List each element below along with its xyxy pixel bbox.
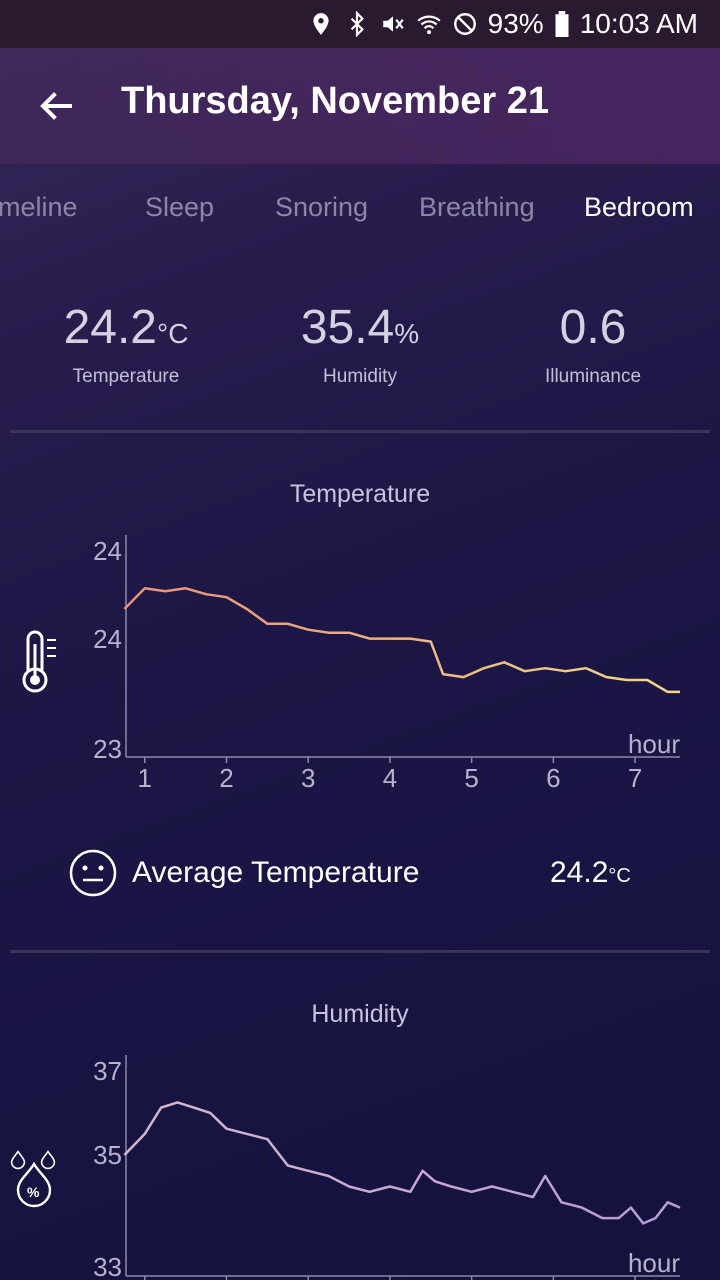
thermometer-icon bbox=[22, 630, 56, 693]
humidity-label: Humidity bbox=[323, 366, 397, 387]
svg-text:%: % bbox=[27, 1184, 40, 1200]
back-arrow-icon[interactable] bbox=[34, 84, 78, 128]
neutral-face-icon bbox=[69, 849, 117, 897]
illuminance-label: Illuminance bbox=[544, 366, 642, 387]
clock: 10:03 AM bbox=[579, 8, 698, 39]
average-temperature-unit: °C bbox=[608, 865, 631, 887]
tab-snoring[interactable]: Snoring bbox=[275, 192, 368, 223]
temperature-unit: °C bbox=[157, 318, 189, 349]
page-title: Thursday, November 21 bbox=[121, 80, 550, 122]
series-line bbox=[123, 1101, 681, 1225]
humidity-stat: 35.4% Humidity bbox=[250, 300, 470, 388]
bluetooth-icon bbox=[350, 11, 364, 37]
location-icon bbox=[313, 13, 329, 35]
y-tick-label: 33 bbox=[93, 1252, 122, 1280]
y-tick-label: 23 bbox=[93, 734, 122, 764]
humidity-chart-title: Humidity bbox=[311, 1000, 409, 1028]
x-tick-label: 1 bbox=[138, 763, 152, 793]
y-tick-label: 24 bbox=[93, 624, 122, 654]
tab-sleep[interactable]: Sleep bbox=[145, 192, 214, 223]
humidity-value: 35.4 bbox=[300, 301, 395, 354]
y-tick-label: 35 bbox=[93, 1140, 122, 1170]
x-tick-label: 7 bbox=[628, 763, 642, 793]
wifi-icon bbox=[417, 15, 441, 35]
humidity-drops-icon: % bbox=[10, 1150, 56, 1208]
temperature-stat: 24.2°C Temperature bbox=[16, 300, 236, 388]
series-line bbox=[123, 587, 680, 694]
tab-breathing[interactable]: Breathing bbox=[419, 192, 535, 223]
x-tick-label: 3 bbox=[301, 763, 315, 793]
summary-stats: 24.2°C Temperature 35.4% Humidity 0.6 Il… bbox=[0, 300, 720, 400]
status-bar: 93% 10:03 AM bbox=[0, 0, 720, 48]
battery-percent: 93% bbox=[487, 8, 544, 39]
tab-bar: meline Sleep Snoring Breathing Bedroom bbox=[0, 164, 720, 254]
x-axis-label: hour bbox=[628, 1248, 680, 1278]
x-axis-label: hour bbox=[628, 729, 680, 759]
x-tick-label: 4 bbox=[383, 763, 397, 793]
do-not-disturb-icon bbox=[453, 13, 476, 35]
average-temperature-value: 24.2 bbox=[550, 856, 609, 889]
y-tick-label: 24 bbox=[93, 536, 122, 566]
app-bar: Thursday, November 21 bbox=[0, 48, 720, 164]
battery-icon bbox=[555, 11, 569, 37]
temperature-chart: 2424231 2 3 4 5 6 7hour bbox=[22, 535, 680, 793]
tab-timeline[interactable]: meline bbox=[0, 192, 78, 223]
temperature-chart-title: Temperature bbox=[289, 480, 431, 508]
average-temperature-row: Average Temperature 24.2°C bbox=[0, 840, 720, 910]
humidity-unit: % bbox=[394, 318, 420, 349]
temperature-value: 24.2 bbox=[63, 301, 157, 354]
x-tick-label: 5 bbox=[464, 763, 478, 793]
illuminance-stat: 0.6 Illuminance bbox=[483, 300, 703, 388]
x-tick-label: 2 bbox=[219, 763, 233, 793]
y-tick-label: 37 bbox=[93, 1056, 122, 1086]
divider bbox=[10, 430, 710, 433]
average-temperature-value-group: 24.2°C bbox=[550, 856, 631, 890]
tab-bedroom[interactable]: Bedroom bbox=[584, 192, 694, 223]
average-temperature-label: Average Temperature bbox=[132, 856, 420, 889]
divider bbox=[10, 950, 710, 953]
x-tick-label: 6 bbox=[546, 763, 560, 793]
humidity-chart: % 3735331234567hour bbox=[10, 1055, 681, 1280]
illuminance-value: 0.6 bbox=[559, 301, 627, 354]
temperature-label: Temperature bbox=[72, 366, 180, 387]
mute-icon bbox=[382, 16, 404, 32]
